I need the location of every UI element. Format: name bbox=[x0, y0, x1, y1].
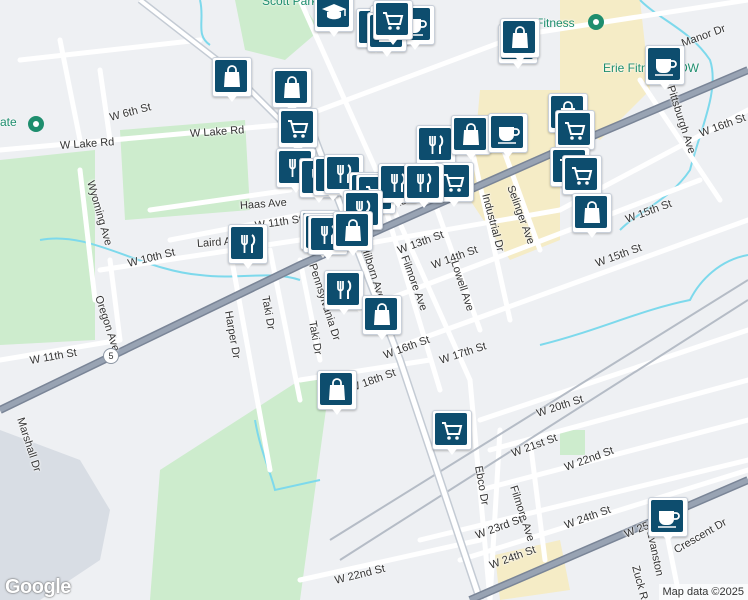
cafe-marker[interactable] bbox=[645, 45, 685, 97]
school-marker[interactable] bbox=[314, 0, 354, 44]
park-icon bbox=[28, 116, 44, 132]
shop-marker[interactable] bbox=[317, 370, 357, 422]
grocery-marker[interactable] bbox=[373, 0, 413, 52]
shop-marker[interactable] bbox=[333, 211, 373, 263]
fork-knife-icon bbox=[429, 135, 444, 154]
shop-marker[interactable] bbox=[500, 18, 540, 70]
shopping-bag-icon bbox=[374, 303, 390, 325]
cafe-marker[interactable] bbox=[488, 113, 528, 165]
shop-marker[interactable] bbox=[451, 115, 491, 167]
route-shield: 5 bbox=[103, 348, 119, 364]
google-logo: Google bbox=[5, 576, 71, 598]
restaurant-marker[interactable] bbox=[324, 270, 364, 322]
shopping-bag-icon bbox=[345, 219, 361, 241]
map-canvas[interactable]: W 6th St W Lake Rd W Lake Rd Wyoming Ave Haa… bbox=[0, 0, 748, 600]
map-attribution: Map data ©2025 bbox=[658, 584, 748, 600]
shopping-bag-icon bbox=[224, 65, 240, 87]
park-area-scott bbox=[235, 0, 320, 60]
shopping-cart-icon bbox=[288, 120, 309, 138]
shopping-bag-icon bbox=[463, 123, 479, 145]
poi-label[interactable]: Scott Park bbox=[262, 0, 317, 8]
shopping-bag-icon bbox=[284, 76, 300, 98]
shopping-bag-icon bbox=[584, 201, 600, 223]
fork-knife-icon bbox=[337, 280, 352, 299]
shopping-cart-icon bbox=[383, 12, 404, 30]
shop-marker[interactable] bbox=[212, 57, 252, 109]
fitness-icon bbox=[588, 14, 604, 30]
poi-label[interactable]: ate bbox=[0, 115, 17, 129]
coffee-cup-icon bbox=[658, 511, 680, 528]
park-area-south bbox=[150, 380, 330, 600]
shop-marker[interactable] bbox=[362, 295, 402, 347]
shop-marker[interactable] bbox=[572, 193, 612, 245]
shopping-cart-icon bbox=[572, 167, 593, 185]
airport-area bbox=[0, 430, 110, 600]
fork-knife-icon bbox=[417, 173, 432, 192]
restaurant-marker[interactable] bbox=[404, 163, 444, 215]
restaurant-marker[interactable] bbox=[228, 224, 268, 276]
shopping-cart-icon bbox=[565, 122, 586, 140]
shopping-bag-icon bbox=[512, 26, 528, 48]
coffee-cup-icon bbox=[655, 59, 677, 76]
cafe-marker[interactable] bbox=[648, 497, 688, 549]
fork-knife-icon bbox=[241, 234, 256, 253]
poi-label[interactable]: Fitness bbox=[536, 16, 575, 30]
park-area-small bbox=[560, 430, 585, 455]
shopping-cart-icon bbox=[442, 422, 463, 440]
graduation-cap-icon bbox=[322, 4, 346, 20]
grocery-marker[interactable] bbox=[432, 410, 472, 462]
shopping-bag-icon bbox=[329, 378, 345, 400]
coffee-cup-icon bbox=[498, 127, 520, 144]
